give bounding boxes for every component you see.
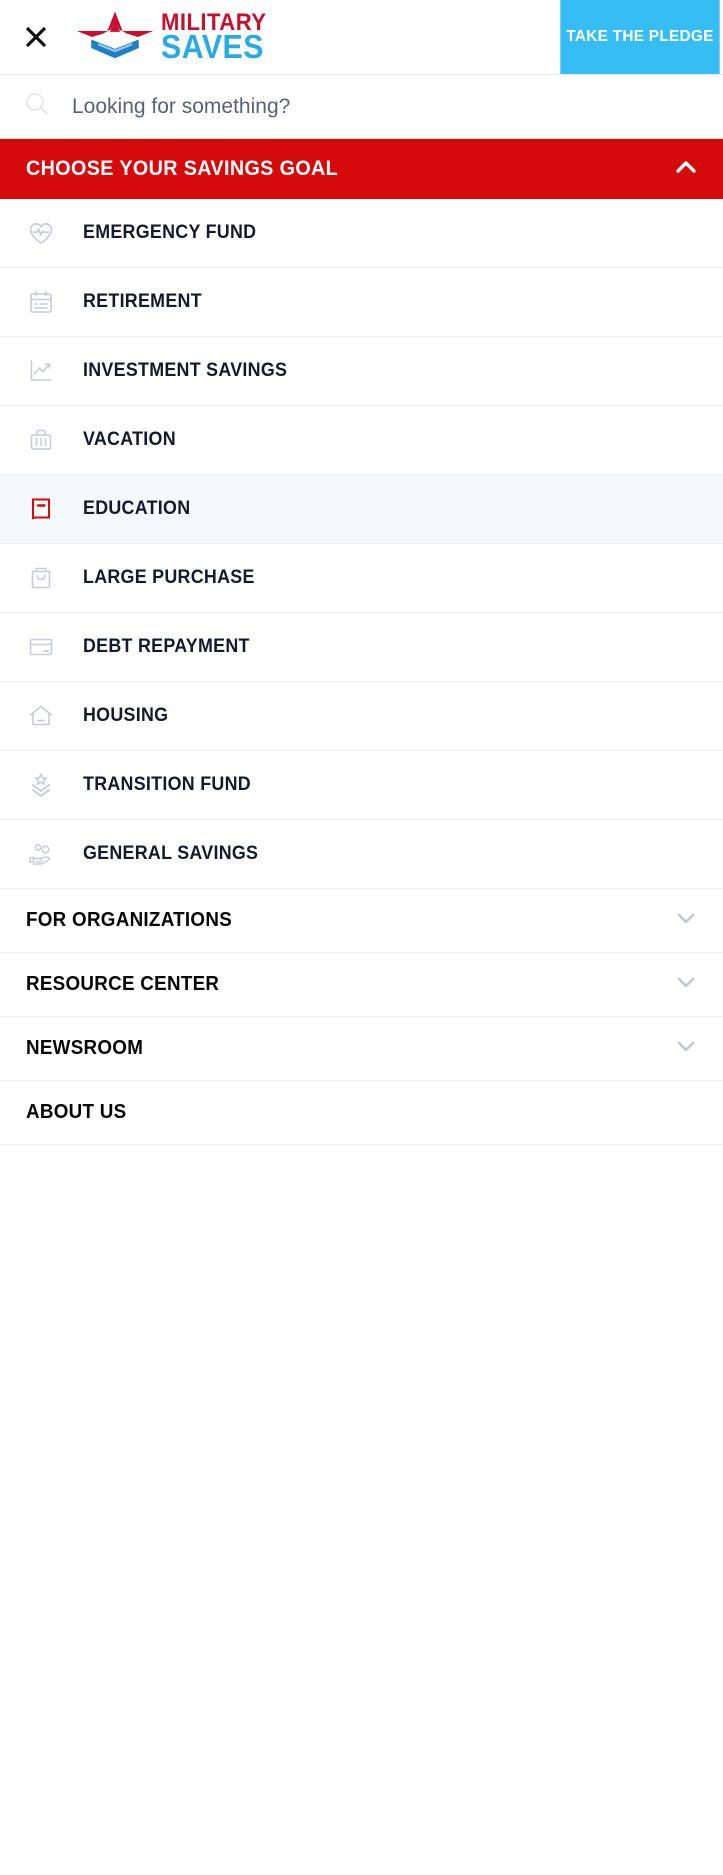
chevron-down-icon[interactable] (671, 1031, 701, 1066)
goal-section-title: CHOOSE YOUR SAVINGS GOAL (26, 157, 339, 180)
nav-section-label: NEWSROOM (26, 1037, 144, 1059)
military-rank-icon (26, 770, 56, 800)
nav-section-label: FOR ORGANIZATIONS (26, 909, 233, 931)
nav-section-label: RESOURCE CENTER (26, 973, 220, 995)
nav-section-for-organizations[interactable]: FOR ORGANIZATIONS (0, 889, 723, 953)
goal-item-general-savings[interactable]: GENERAL SAVINGS (0, 820, 723, 889)
credit-card-icon (26, 632, 56, 662)
choose-your-savings-goal-accordion-header[interactable]: CHOOSE YOUR SAVINGS GOAL (0, 139, 723, 199)
goal-item-label: VACATION (83, 429, 176, 450)
site-header: MILITARY SAVES TAKE THE PLEDGE (0, 0, 723, 75)
goal-item-vacation[interactable]: VACATION (0, 406, 723, 475)
calendar-icon (26, 287, 56, 317)
mobile-navigation-menu: MILITARY SAVES TAKE THE PLEDGE CHOOSE YO… (0, 0, 723, 1875)
goal-item-label: HOUSING (83, 705, 169, 726)
take-the-pledge-button[interactable]: TAKE THE PLEDGE (560, 0, 720, 74)
site-logo[interactable]: MILITARY SAVES (72, 0, 557, 74)
military-saves-star-chevron-logo-icon (74, 9, 156, 65)
goal-item-education[interactable]: EDUCATION (0, 475, 723, 544)
nav-section-about-us[interactable]: ABOUT US (0, 1081, 723, 1145)
goal-item-label: GENERAL SAVINGS (83, 843, 259, 864)
search-input[interactable] (72, 94, 699, 119)
goal-item-label: EMERGENCY FUND (83, 222, 257, 243)
goal-item-emergency-fund[interactable]: EMERGENCY FUND (0, 199, 723, 268)
logo-wordmark: MILITARY SAVES (161, 10, 276, 66)
goal-item-retirement[interactable]: RETIREMENT (0, 268, 723, 337)
goal-item-label: DEBT REPAYMENT (83, 636, 250, 657)
hand-coins-icon (26, 839, 56, 869)
goal-item-label: INVESTMENT SAVINGS (83, 360, 288, 381)
line-chart-icon (26, 356, 56, 386)
savings-goal-list: EMERGENCY FUND RETIREMENT INVESTMENT SAV… (0, 199, 723, 889)
nav-section-resource-center[interactable]: RESOURCE CENTER (0, 953, 723, 1017)
heart-pulse-icon (26, 218, 56, 248)
nav-section-label: ABOUT US (26, 1101, 127, 1123)
goal-item-label: TRANSITION FUND (83, 774, 251, 795)
goal-item-transition-fund[interactable]: TRANSITION FUND (0, 751, 723, 820)
nav-section-newsroom[interactable]: NEWSROOM (0, 1017, 723, 1081)
suitcase-icon (26, 425, 56, 455)
goal-item-large-purchase[interactable]: LARGE PURCHASE (0, 544, 723, 613)
chevron-up-icon[interactable] (671, 152, 701, 187)
search-bar[interactable] (0, 75, 723, 139)
close-menu-button[interactable] (0, 0, 72, 74)
shopping-bag-icon (26, 563, 56, 593)
chevron-down-icon[interactable] (671, 903, 701, 938)
goal-item-label: RETIREMENT (83, 291, 202, 312)
search-icon (24, 91, 50, 122)
logo-line-saves: SAVES (161, 28, 264, 66)
goal-item-label: EDUCATION (83, 498, 191, 519)
close-icon (22, 23, 50, 51)
goal-item-investment-savings[interactable]: INVESTMENT SAVINGS (0, 337, 723, 406)
book-icon (26, 494, 56, 524)
house-icon (26, 701, 56, 731)
goal-item-debt-repayment[interactable]: DEBT REPAYMENT (0, 613, 723, 682)
goal-item-housing[interactable]: HOUSING (0, 682, 723, 751)
chevron-down-icon[interactable] (671, 967, 701, 1002)
goal-item-label: LARGE PURCHASE (83, 567, 255, 588)
menu-empty-space (0, 1145, 723, 1875)
